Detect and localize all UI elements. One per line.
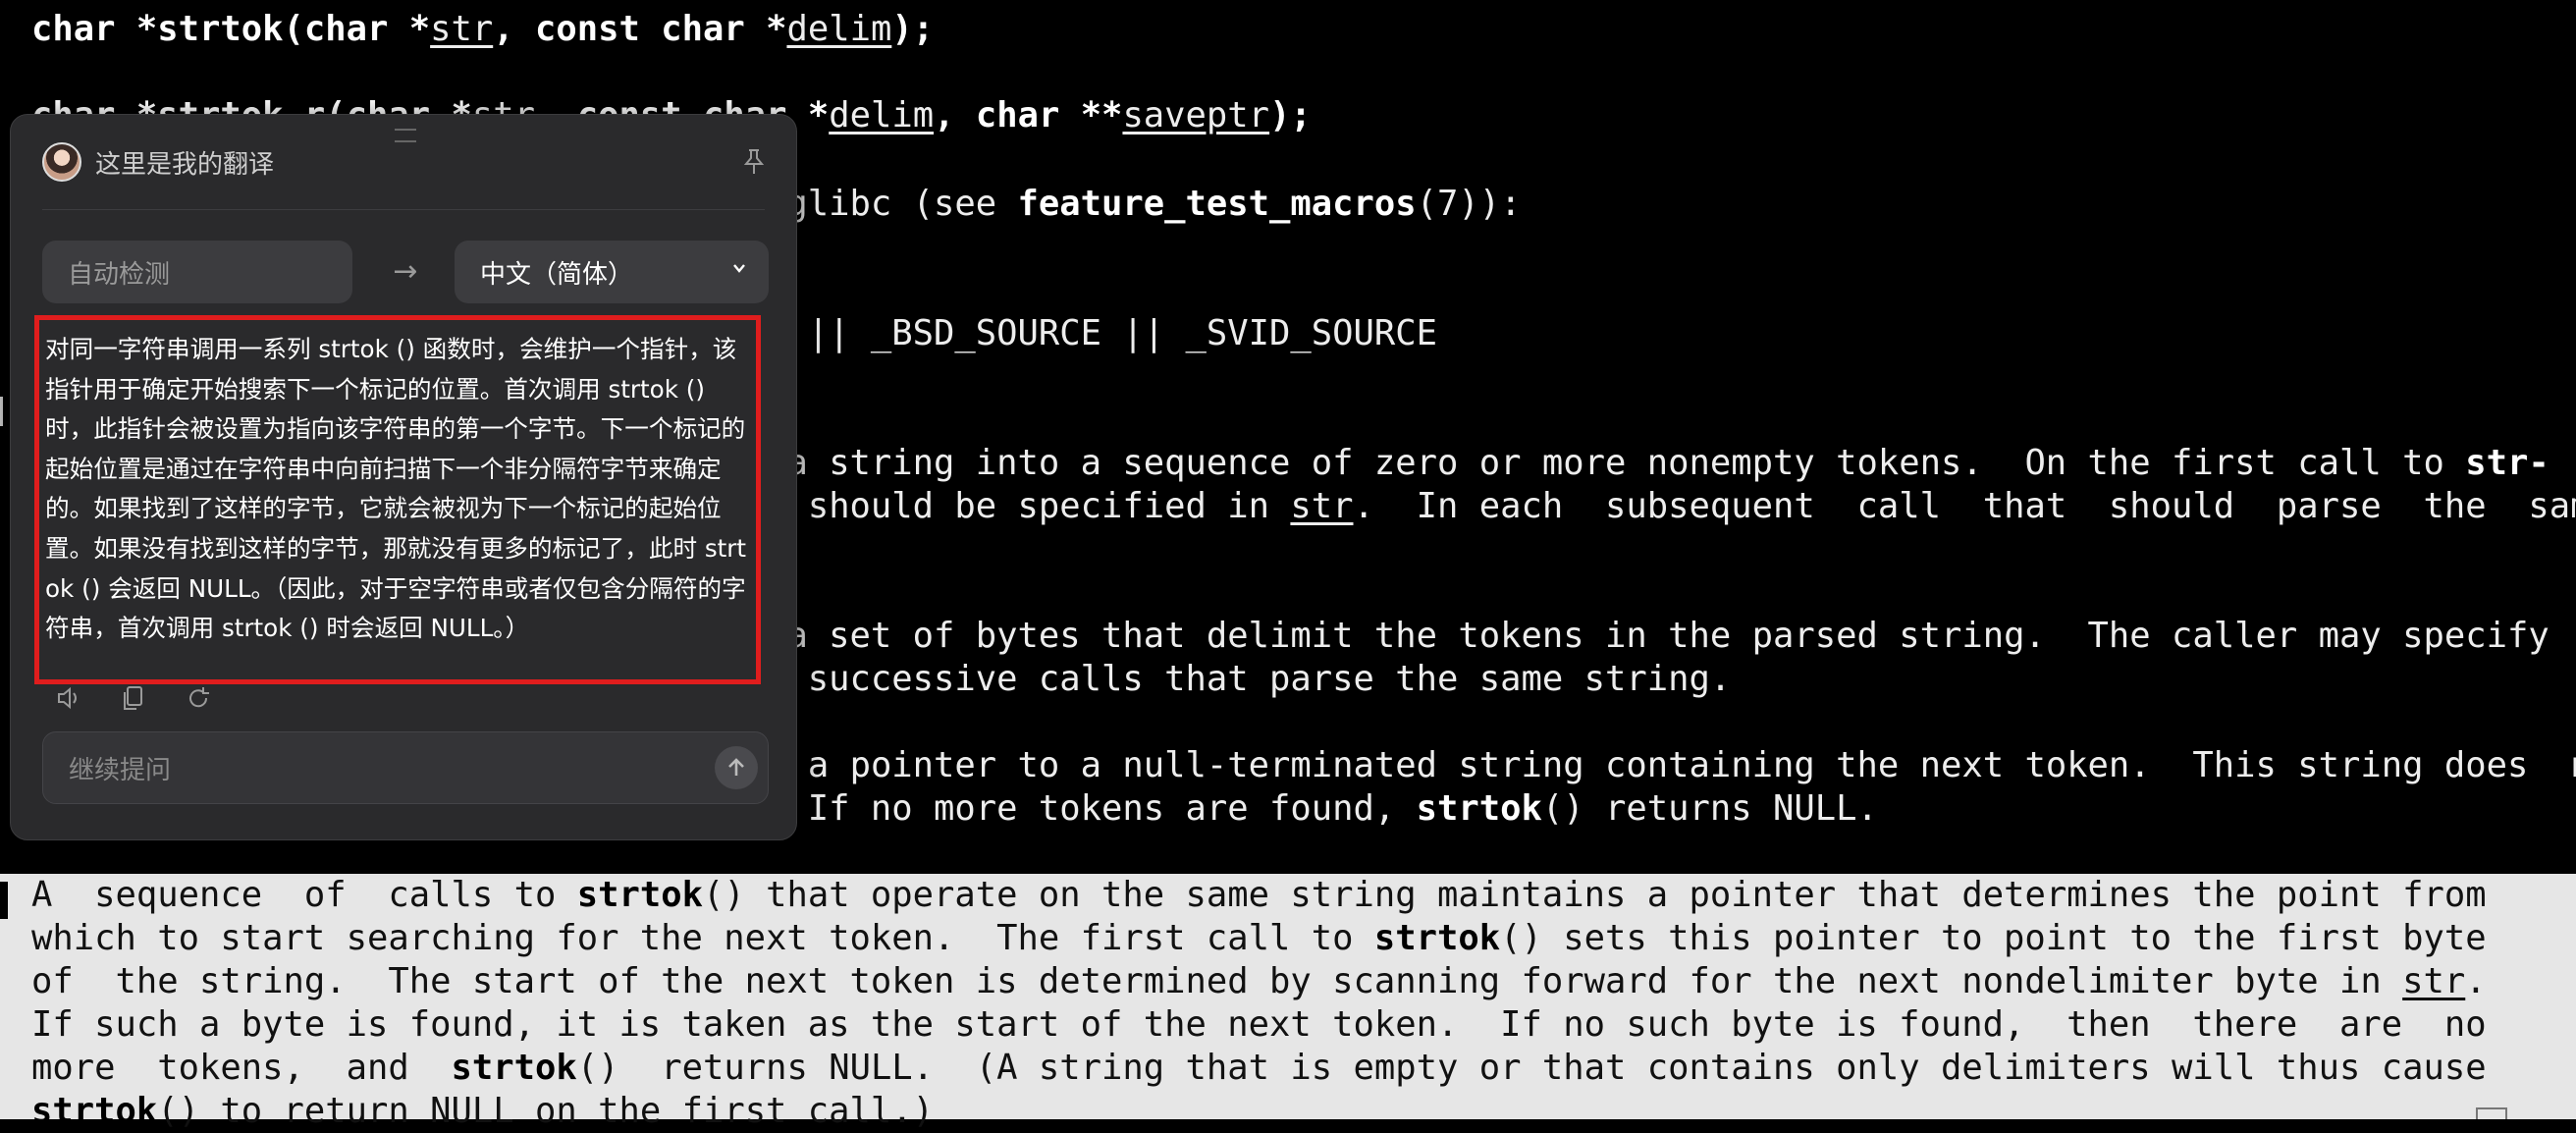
speaker-icon[interactable] xyxy=(54,683,83,713)
avatar xyxy=(42,142,81,182)
manpage-line: of the string. The start of the next tok… xyxy=(31,961,2487,1001)
source-language-select[interactable]: 自动检测 xyxy=(42,241,352,303)
send-arrow-up-icon[interactable] xyxy=(715,746,758,789)
pin-icon[interactable] xyxy=(739,147,769,177)
terminal-cursor xyxy=(0,882,8,919)
translation-result-text: 对同一字符串调用一系列 strtok () 函数时，会维护一个指针，该指针用于确… xyxy=(45,335,747,643)
translation-result-box: 对同一字符串调用一系列 strtok () 函数时，会维护一个指针，该指针用于确… xyxy=(34,315,761,684)
arrow-right-icon: → xyxy=(393,254,418,289)
followup-question-input[interactable]: 继续提问 xyxy=(42,731,769,804)
selected-paragraph-band: A sequence of calls to strtok() that ope… xyxy=(0,874,2576,1131)
header-divider xyxy=(42,209,765,210)
followup-placeholder: 继续提问 xyxy=(69,755,172,785)
manpage-line: more tokens, and strtok() returns NULL. … xyxy=(31,1048,2487,1088)
manpage-line: strtok() to return NULL on the first cal… xyxy=(31,1091,935,1131)
chevron-down-icon xyxy=(733,264,745,273)
manpage-line: char *strtok(char *str, const char *deli… xyxy=(31,9,935,49)
drag-handle-icon[interactable] xyxy=(395,129,416,142)
panel-header: 这里是我的翻译 xyxy=(42,142,769,182)
refresh-icon[interactable] xyxy=(184,683,213,713)
language-selector-row: 自动检测 → 中文（简体） xyxy=(42,241,769,303)
translation-panel: 这里是我的翻译 自动检测 → 中文（简体） 对同一字符串调用一系列 strtok… xyxy=(10,114,797,840)
manpage-line: which to start searching for the next to… xyxy=(31,918,2487,958)
manpage-line: A sequence of calls to strtok() that ope… xyxy=(31,875,2487,915)
result-action-bar xyxy=(54,676,213,720)
target-language-label: 中文（简体） xyxy=(480,259,634,290)
panel-title: 这里是我的翻译 xyxy=(95,149,275,180)
corner-widget-icon xyxy=(2476,1107,2507,1119)
manpage-line: If such a byte is found, it is taken as … xyxy=(31,1004,2487,1045)
target-language-select[interactable]: 中文（简体） xyxy=(455,241,769,303)
left-edge-mark xyxy=(0,397,9,426)
copy-icon[interactable] xyxy=(119,683,148,713)
